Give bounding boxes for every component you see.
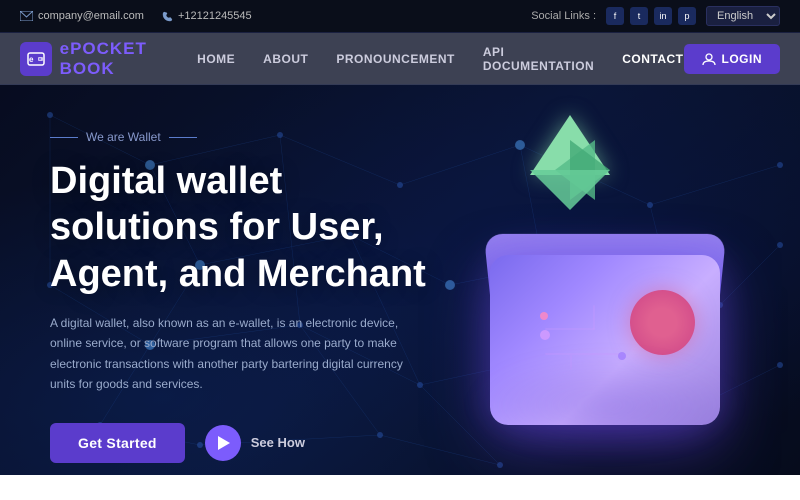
login-icon: [702, 52, 716, 66]
nav-links: HOME ABOUT PRONOUNCEMENT API DOCUMENTATI…: [197, 41, 683, 77]
decorator-line-right: [169, 137, 197, 138]
login-button[interactable]: LOGIN: [684, 44, 781, 74]
nav-pronouncement[interactable]: PRONOUNCEMENT: [336, 48, 455, 70]
wallet-dot-2: [540, 312, 548, 320]
language-select[interactable]: English French Spanish: [706, 6, 780, 26]
topbar-contact-info: company@email.com +12121245545: [20, 10, 252, 22]
play-button-icon: [205, 425, 241, 461]
svg-text:e: e: [29, 55, 34, 64]
hero-buttons: Get Started See How: [50, 423, 490, 463]
hero-title: Digital wallet solutions for User, Agent…: [50, 158, 490, 297]
pinterest-icon[interactable]: p: [678, 7, 696, 25]
social-icons-group: f t in p: [606, 7, 696, 25]
email-text: company@email.com: [38, 10, 144, 22]
logo: e ePOCKET BOOK: [20, 39, 197, 79]
circuit-line-2: [545, 328, 595, 330]
hero-section: We are Wallet Digital wallet solutions f…: [0, 85, 800, 475]
nav-contact[interactable]: CONTACT: [622, 48, 683, 70]
logo-icon: e: [20, 42, 52, 76]
hero-content: We are Wallet Digital wallet solutions f…: [50, 130, 490, 463]
get-started-button[interactable]: Get Started: [50, 423, 185, 463]
email-info: company@email.com: [20, 10, 144, 22]
social-label: Social Links :: [531, 10, 596, 22]
nav-api-docs[interactable]: API DOCUMENTATION: [483, 41, 594, 77]
navbar: e ePOCKET BOOK HOME ABOUT PRONOUNCEMENT …: [0, 33, 800, 85]
eth-bottom: [530, 170, 610, 210]
wallet-dot-1: [540, 330, 550, 340]
facebook-icon[interactable]: f: [606, 7, 624, 25]
circuit-line-3: [593, 305, 595, 330]
nav-about[interactable]: ABOUT: [263, 48, 308, 70]
see-how-button[interactable]: See How: [205, 425, 305, 461]
we-are-wallet-label: We are Wallet: [50, 130, 490, 144]
linkedin-icon[interactable]: in: [654, 7, 672, 25]
phone-info: +12121245545: [162, 10, 252, 22]
play-triangle: [218, 436, 230, 450]
decorator-line-left: [50, 137, 78, 138]
logo-text: ePOCKET BOOK: [60, 39, 198, 79]
phone-text: +12121245545: [178, 10, 252, 22]
wallet-illustration: [450, 105, 770, 455]
wallet-coin-circle: [630, 290, 695, 355]
nav-home[interactable]: HOME: [197, 48, 235, 70]
hero-description: A digital wallet, also known as an e-wal…: [50, 313, 430, 395]
topbar: company@email.com +12121245545 Social Li…: [0, 0, 800, 33]
wallet-glow: [470, 355, 740, 455]
topbar-right: Social Links : f t in p English French S…: [531, 6, 780, 26]
twitter-icon[interactable]: t: [630, 7, 648, 25]
